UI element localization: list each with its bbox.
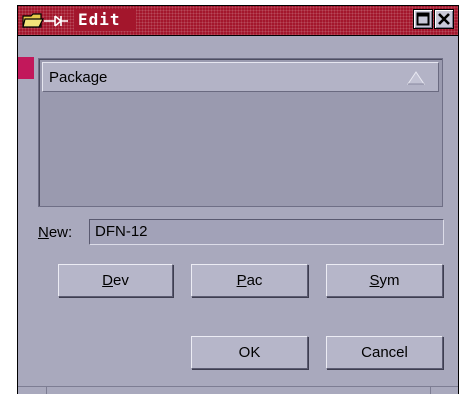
sym-button-rest: ym xyxy=(379,272,400,289)
close-icon xyxy=(438,13,450,25)
new-label-mnemonic: N xyxy=(38,224,49,241)
cancel-button[interactable]: Cancel xyxy=(326,336,443,369)
bottom-edge xyxy=(18,386,458,394)
dev-button[interactable]: Dev xyxy=(58,264,173,297)
pac-button[interactable]: Pac xyxy=(191,264,308,297)
maximize-button[interactable] xyxy=(413,9,433,29)
maximize-icon xyxy=(416,12,430,26)
new-label: New: xyxy=(38,224,72,242)
edit-dialog: Edit Package New: DFN-12 Dev Pac Sym OK … xyxy=(17,5,459,394)
title-bar[interactable]: Edit xyxy=(18,6,458,36)
folder-pin-icon[interactable] xyxy=(21,12,71,30)
column-header-package[interactable]: Package xyxy=(42,62,439,92)
bottom-edge-tick-left xyxy=(46,386,47,394)
screen: Edit Package New: DFN-12 Dev Pac Sym OK … xyxy=(0,0,467,394)
window-title: Edit xyxy=(78,10,121,29)
left-edge-accent xyxy=(18,57,34,79)
pac-button-mnemonic: P xyxy=(236,272,247,289)
pac-button-rest: ac xyxy=(246,272,263,289)
package-list[interactable]: Package xyxy=(38,58,443,207)
new-label-rest: ew: xyxy=(48,224,73,241)
bottom-edge-tick-right xyxy=(430,386,431,394)
sort-ascending-icon xyxy=(407,71,425,85)
column-header-label: Package xyxy=(49,69,108,86)
ok-button[interactable]: OK xyxy=(191,336,308,369)
sym-button[interactable]: Sym xyxy=(326,264,443,297)
close-button[interactable] xyxy=(434,9,454,29)
dev-button-rest: ev xyxy=(113,272,129,289)
sym-button-mnemonic: S xyxy=(369,272,380,289)
dev-button-mnemonic: D xyxy=(102,272,113,289)
new-package-input[interactable]: DFN-12 xyxy=(89,219,444,245)
